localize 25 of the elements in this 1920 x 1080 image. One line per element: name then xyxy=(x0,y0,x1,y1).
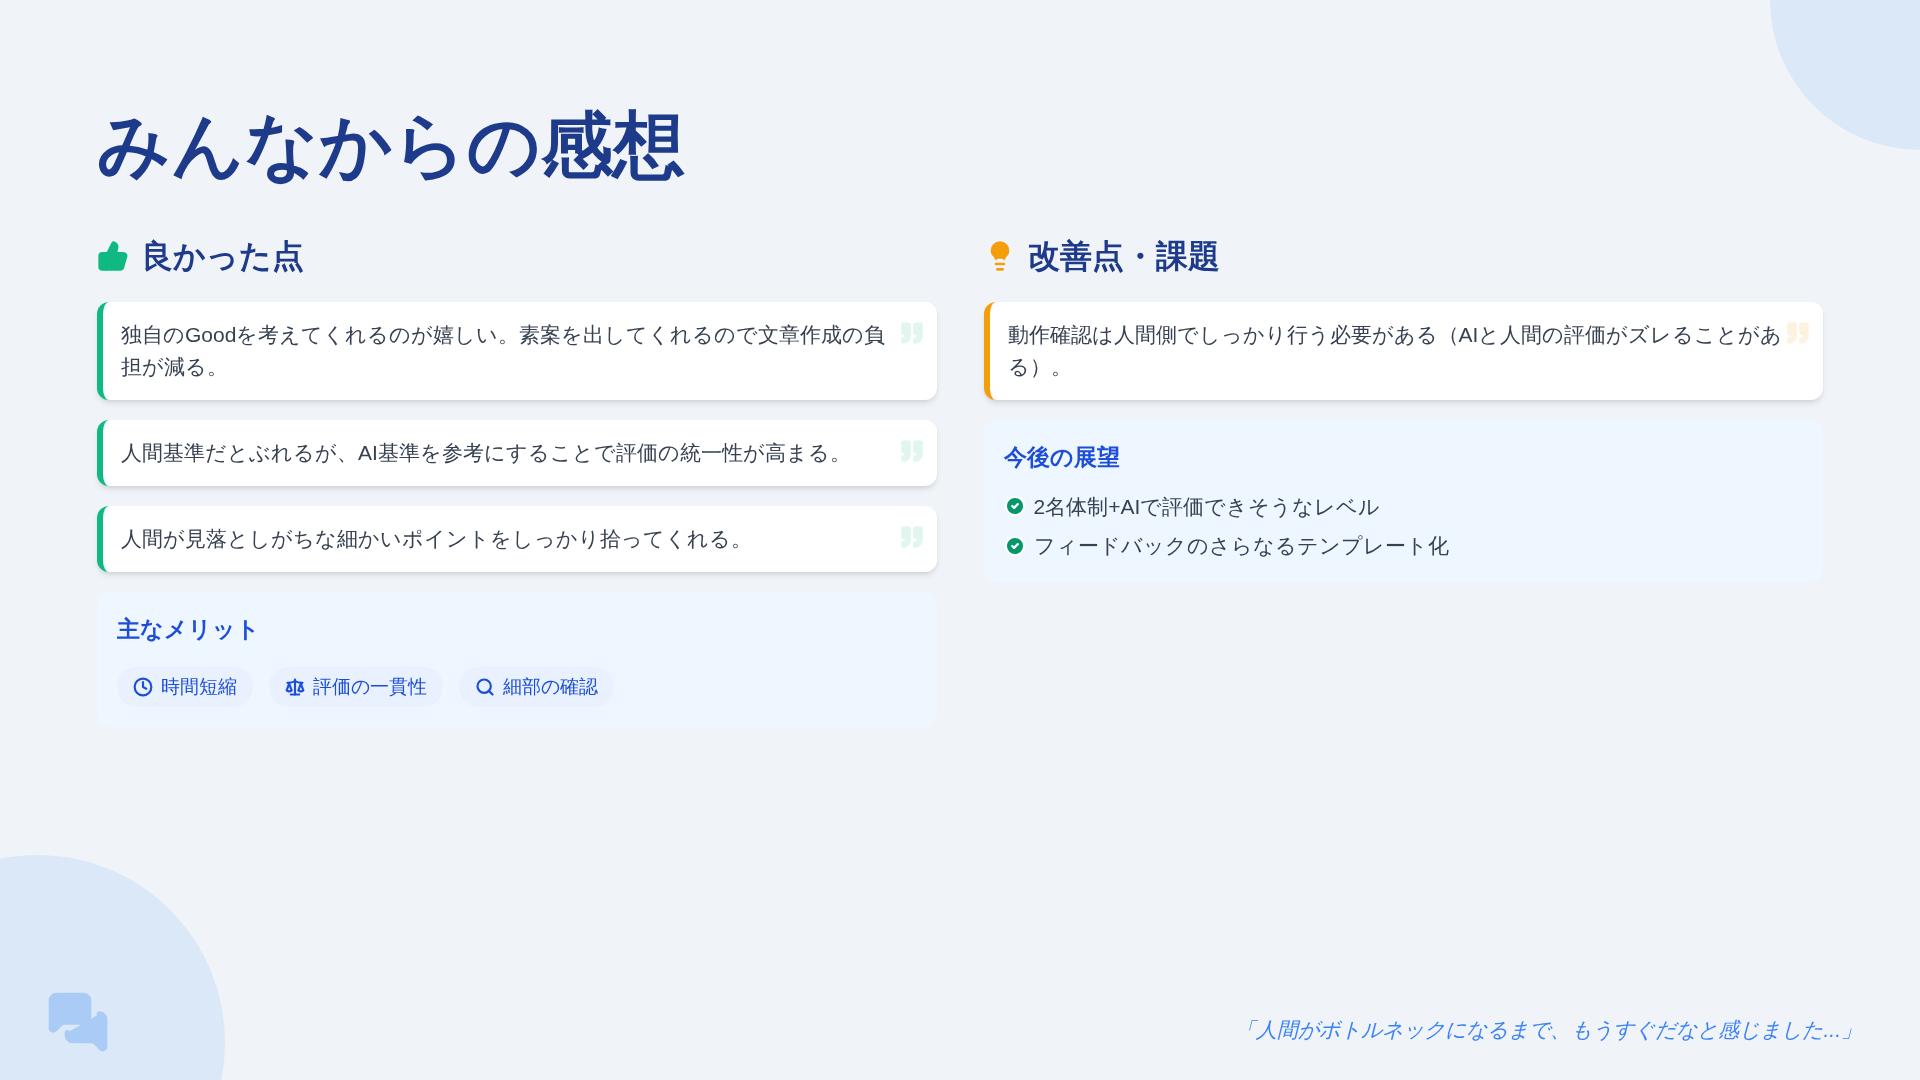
slide-title: みんなからの感想 xyxy=(97,104,686,187)
chat-bubbles-icon xyxy=(46,990,110,1054)
section-heading: 改善点・課題 xyxy=(1027,237,1220,276)
panel-heading: 主なメリット xyxy=(117,615,261,644)
outlook-item: フィードバックのさらなるテンプレート化 xyxy=(1033,533,1449,559)
merit-label: 評価の一貫性 xyxy=(313,674,427,699)
panel-heading: 今後の展望 xyxy=(1003,443,1121,472)
quote-icon xyxy=(898,320,925,346)
scale-icon xyxy=(285,676,305,697)
check-icon xyxy=(1003,534,1026,557)
merit-label: 細部の確認 xyxy=(503,674,598,699)
clock-icon xyxy=(133,676,153,697)
section-heading: 良かった点 xyxy=(141,237,304,276)
feedback-text: 人間基準だとぶれるが、AI基準を参考にすることで評価の統一性が高まる。 xyxy=(121,440,852,466)
quote-icon xyxy=(898,438,925,464)
feedback-text: 人間が見落としがちな細かいポイントをしっかり拾ってくれる。 xyxy=(121,526,753,552)
search-icon xyxy=(475,676,495,697)
check-icon xyxy=(1003,495,1026,518)
outlook-item: 2名体制+AIで評価できそうなレベル xyxy=(1033,493,1381,520)
quote-icon xyxy=(1785,320,1811,346)
quote-icon xyxy=(898,524,925,550)
footer-quote: 「人間がボトルネックになるまで、もうすぐだなと感じました...」 xyxy=(1235,1017,1862,1043)
feedback-text: 独自のGoodを考えてくれるのが嬉しい。素案を出してくれるので文章作成の負担が減る。 xyxy=(121,322,887,380)
merit-label: 時間短縮 xyxy=(161,674,237,699)
feedback-text: 動作確認は人間側でしっかり行う必要がある（AIと人間の評価がズレることがある）。 xyxy=(1007,322,1783,380)
